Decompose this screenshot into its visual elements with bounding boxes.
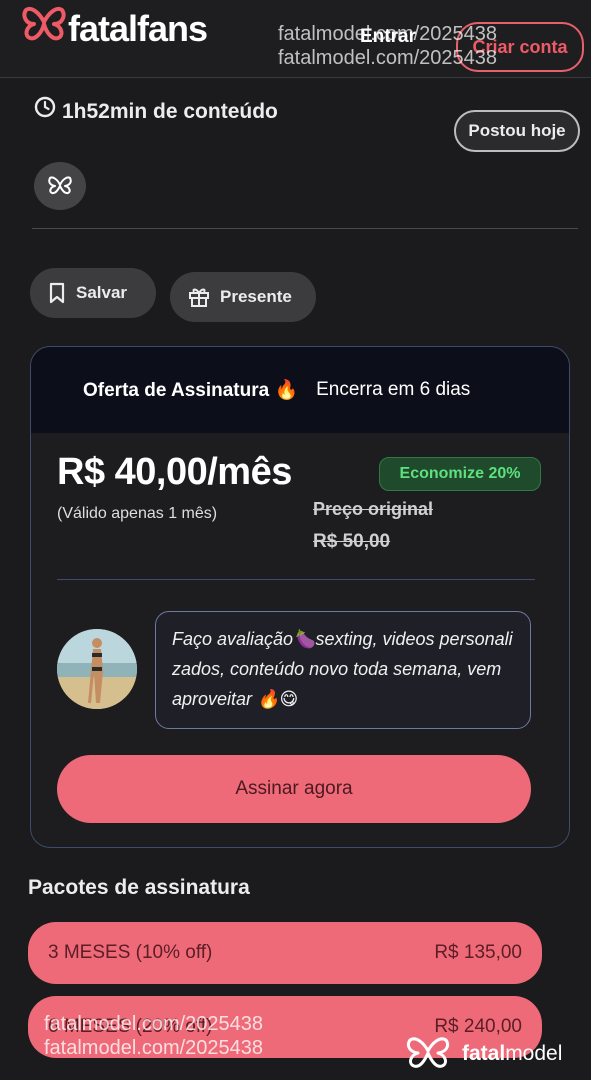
discount-badge: Economize 20% (379, 457, 541, 491)
watermark-line: fatalmodel.com/2025438 (44, 1037, 264, 1059)
card-divider (57, 579, 535, 580)
watermark-top: fatalmodel.com/2025438 fatalmodel.com/20… (278, 22, 497, 70)
fatalfans-logo-icon[interactable] (20, 6, 72, 42)
fatalmodel-logo-icon (406, 1037, 450, 1068)
package-price: R$ 135,00 (434, 942, 522, 963)
brand-bold: fatal (462, 1042, 506, 1065)
watermark-line: fatalmodel.com/2025438 (44, 1013, 264, 1035)
watermark-line: fatalmodel.com/2025438 (278, 47, 498, 69)
subscribe-button[interactable]: Assinar agora (57, 755, 531, 823)
social-link-button[interactable] (34, 162, 86, 210)
content-duration: 1h52min de conteúdo (62, 100, 278, 123)
watermark-bottom: fatalmodel.com/2025438 fatalmodel.com/20… (44, 1012, 263, 1060)
brand-name[interactable]: fatalfans (68, 8, 208, 50)
gift-button[interactable]: Presente (170, 272, 316, 322)
divider (32, 228, 578, 229)
package-option[interactable]: 3 MESES (10% off) R$ 135,00 (28, 922, 542, 984)
fatalmodel-watermark-brand: fatalmodel (462, 1042, 562, 1066)
bookmark-icon (49, 282, 65, 304)
offer-validity: (Válido apenas 1 mês) (57, 505, 218, 522)
avatar-image (57, 629, 137, 709)
original-price-value: R$ 50,00 (313, 531, 391, 552)
offer-title: Oferta de Assinatura 🔥 (83, 380, 299, 401)
avatar[interactable] (57, 629, 137, 709)
creator-message: Faço avaliação🍆sexting, videos personali… (155, 611, 531, 729)
brand-rest: model (505, 1042, 563, 1065)
gift-label: Presente (220, 287, 292, 306)
offer-price: R$ 40,00/mês (57, 451, 292, 493)
gift-icon (189, 288, 209, 307)
butterfly-icon (48, 176, 72, 195)
original-price-label: Preço original (313, 499, 434, 519)
save-button[interactable]: Salvar (30, 268, 156, 318)
save-label: Salvar (76, 283, 128, 302)
posted-today-badge: Postou hoje (454, 110, 580, 152)
package-label: 3 MESES (10% off) (48, 942, 213, 963)
subscription-offer-card: Oferta de Assinatura 🔥 Encerra em 6 dias… (30, 346, 570, 848)
packages-title: Pacotes de assinatura (28, 876, 250, 899)
offer-deadline: Encerra em 6 dias (316, 379, 471, 400)
watermark-line: fatalmodel.com/2025438 (278, 23, 498, 45)
clock-icon (34, 96, 56, 118)
offer-header: Oferta de Assinatura 🔥 Encerra em 6 dias (31, 347, 569, 433)
package-price: R$ 240,00 (434, 1016, 522, 1037)
